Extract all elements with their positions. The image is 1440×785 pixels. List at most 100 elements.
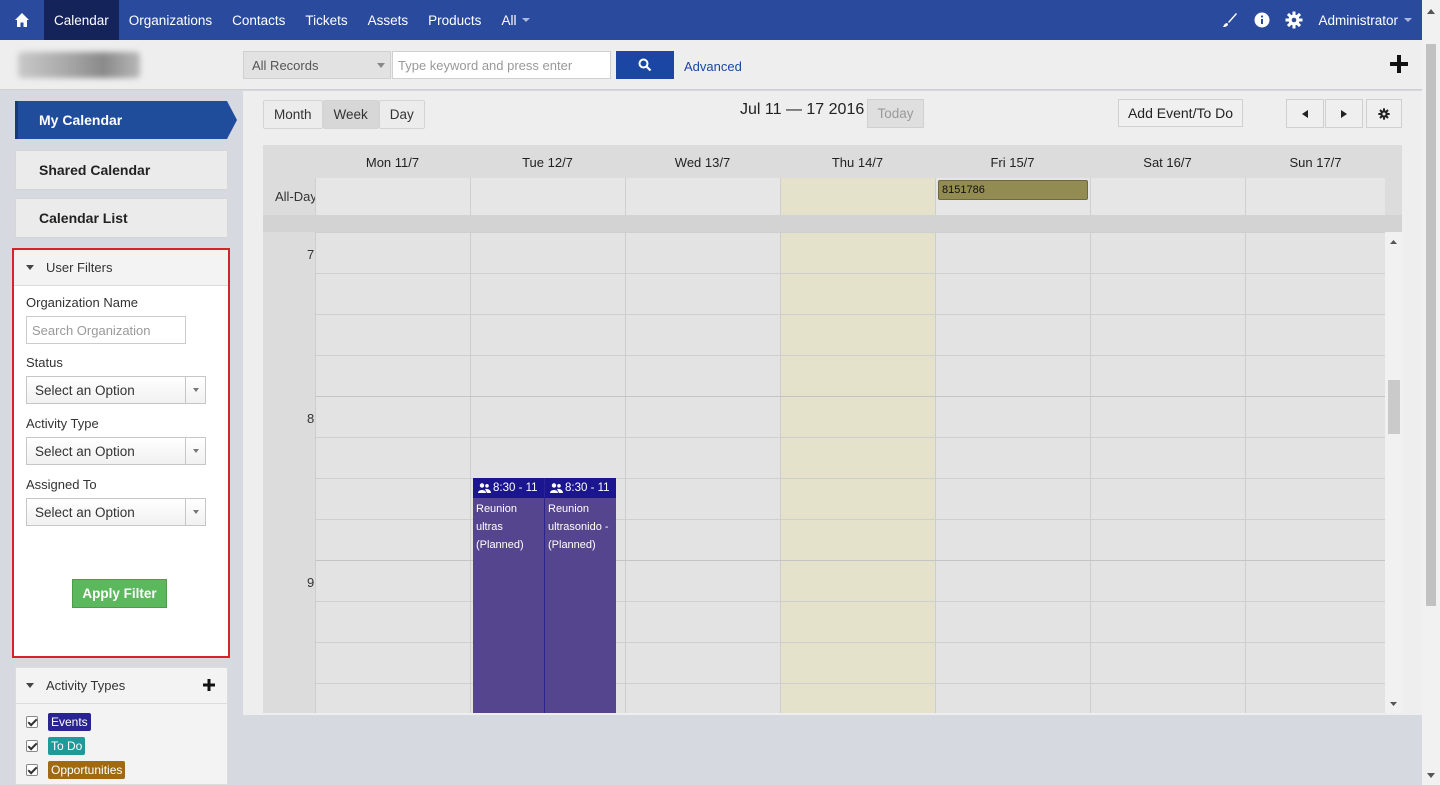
records-select[interactable]: All Records [243, 51, 391, 79]
event-time-header: 8:30 - 11 [473, 478, 545, 498]
view-month-button[interactable]: Month [263, 100, 323, 129]
status-select[interactable]: Select an Option [26, 376, 206, 404]
status-label: Status [26, 355, 63, 370]
grid-line [315, 232, 1385, 233]
activity-types-header[interactable]: Activity Types [16, 668, 227, 704]
day-header-wed: Wed 13/7 [674, 155, 731, 170]
event-title: Reunion ultras (Planned) [476, 503, 524, 551]
view-week-button[interactable]: Week [322, 100, 379, 129]
chevron-down-icon [1404, 18, 1412, 22]
calendar-settings-button[interactable] [1366, 99, 1402, 128]
hour-label: 8 [307, 411, 315, 426]
allday-cell[interactable] [1090, 178, 1245, 215]
checkbox-todo[interactable] [26, 740, 38, 752]
view-switcher: Month Week Day [263, 100, 425, 129]
activity-type-select[interactable]: Select an Option [26, 437, 206, 465]
nav-tickets[interactable]: Tickets [295, 0, 357, 40]
events-tag: Events [48, 713, 91, 731]
checkbox-opportunities[interactable] [26, 764, 38, 776]
calendar-event[interactable]: 8:30 - 11 Reunion ultras (Planned) [473, 478, 545, 713]
calendar-scroll-thumb[interactable] [1388, 380, 1400, 434]
advanced-search-link[interactable]: Advanced [684, 59, 742, 74]
gear-icon[interactable] [1278, 0, 1310, 40]
info-icon[interactable] [1246, 0, 1278, 40]
time-grid: 7 8 9 8:30 - 11 Reunion ultras (Planned)… [263, 232, 1402, 713]
nav-all-label: All [501, 12, 517, 28]
today-button[interactable]: Today [867, 99, 924, 128]
event-time: 8:30 - 11 [565, 482, 610, 494]
activity-type-opportunities[interactable]: Opportunities [26, 761, 126, 779]
day-column-wed[interactable] [625, 232, 780, 713]
search-button[interactable] [616, 51, 674, 79]
assigned-to-label: Assigned To [26, 477, 97, 492]
day-header-tue: Tue 12/7 [522, 155, 573, 170]
activity-type-events[interactable]: Events [26, 713, 91, 731]
next-week-button[interactable] [1325, 99, 1363, 128]
home-icon[interactable] [0, 0, 44, 40]
my-calendar-label: My Calendar [39, 112, 123, 128]
add-event-button[interactable]: Add Event/To Do [1118, 99, 1243, 127]
calendar-list-label: Calendar List [39, 210, 128, 226]
day-column-fri[interactable] [935, 232, 1090, 713]
day-header-mon: Mon 11/7 [365, 155, 420, 170]
dropdown-arrow-icon [185, 438, 205, 464]
page-scrollbar[interactable] [1422, 0, 1440, 785]
nav-calendar[interactable]: Calendar [44, 0, 119, 40]
status-select-value: Select an Option [35, 383, 135, 398]
day-header-thu: Thu 14/7 [831, 155, 884, 170]
activity-types-panel: Activity Types Events To Do Opportunitie… [15, 667, 228, 785]
grid-line [315, 314, 1385, 315]
activity-type-todo[interactable]: To Do [26, 737, 86, 755]
allday-event[interactable]: 8151786 [938, 180, 1088, 200]
event-time-header: 8:30 - 11 [545, 478, 616, 498]
assigned-to-select[interactable]: Select an Option [26, 498, 206, 526]
day-column-thu[interactable] [780, 232, 935, 713]
add-activity-type-icon[interactable] [203, 679, 215, 694]
apply-filter-button[interactable]: Apply Filter [72, 579, 167, 608]
event-title: Reunion ultrasonido - (Planned) [548, 503, 609, 551]
nav-organizations[interactable]: Organizations [119, 0, 222, 40]
prev-week-button[interactable] [1286, 99, 1324, 128]
arrow-right-icon [1341, 109, 1347, 118]
grid-line [315, 355, 1385, 356]
calendar-event[interactable]: 8:30 - 11 Reunion ultrasonido - (Planned… [544, 478, 616, 713]
day-column-sat[interactable] [1090, 232, 1245, 713]
user-filters-header[interactable]: User Filters [14, 250, 228, 286]
user-menu[interactable]: Administrator [1310, 0, 1440, 40]
day-column-sun[interactable] [1245, 232, 1385, 713]
search-input[interactable]: Type keyword and press enter [392, 51, 611, 79]
gear-icon [1378, 107, 1390, 120]
allday-cell[interactable] [625, 178, 780, 215]
allday-cell[interactable] [315, 178, 470, 215]
sidebar-item-calendar-list[interactable]: Calendar List [15, 198, 228, 238]
allday-cell-today[interactable] [780, 178, 935, 215]
grid-line [315, 273, 1385, 274]
assigned-to-select-value: Select an Option [35, 505, 135, 520]
hour-label: 7 [307, 247, 315, 262]
org-search-input[interactable]: Search Organization [26, 316, 186, 344]
nav-assets[interactable]: Assets [358, 0, 419, 40]
day-column-mon[interactable] [315, 232, 470, 713]
allday-cell[interactable] [1245, 178, 1385, 215]
users-icon [550, 483, 563, 493]
paintbrush-icon[interactable] [1214, 0, 1246, 40]
day-header-sat: Sat 16/7 [1143, 155, 1192, 170]
view-day-button[interactable]: Day [378, 100, 425, 129]
opportunities-tag: Opportunities [48, 761, 126, 779]
nav-contacts[interactable]: Contacts [222, 0, 295, 40]
checkbox-events[interactable] [26, 716, 38, 728]
date-range-title: Jul 11 — 17 2016 [740, 101, 865, 118]
shared-calendar-label: Shared Calendar [39, 162, 151, 178]
user-filters-title: User Filters [46, 260, 113, 275]
nav-all[interactable]: All [491, 0, 540, 40]
plus-icon[interactable] [1388, 53, 1410, 75]
calendar-scrollbar[interactable] [1385, 232, 1402, 713]
user-name: Administrator [1318, 12, 1398, 28]
sidebar-item-shared-calendar[interactable]: Shared Calendar [15, 150, 228, 190]
dropdown-arrow-icon [185, 377, 205, 403]
nav-products[interactable]: Products [418, 0, 491, 40]
collapse-triangle-icon [26, 683, 34, 688]
allday-cell[interactable] [470, 178, 625, 215]
sidebar-item-my-calendar[interactable]: My Calendar [15, 101, 237, 139]
top-nav: Calendar Organizations Contacts Tickets … [0, 0, 1440, 40]
